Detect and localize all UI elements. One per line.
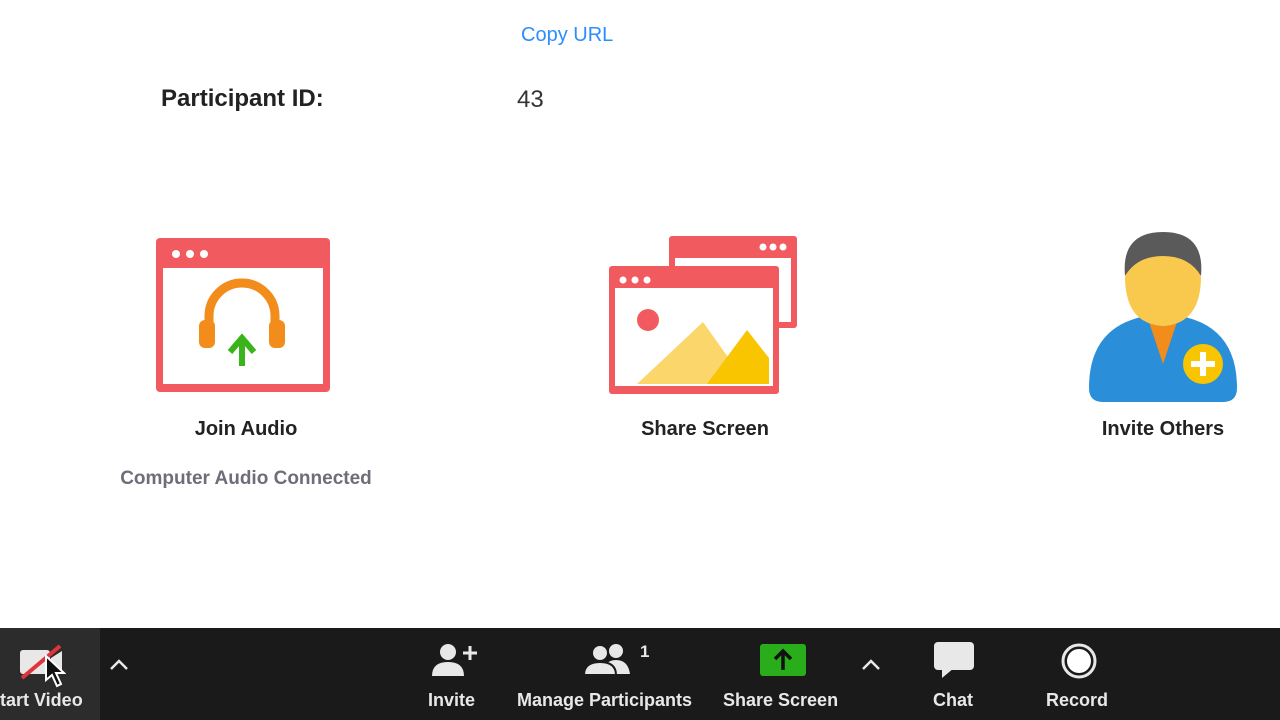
participants-icon [582, 642, 632, 681]
record-label: Record [1046, 690, 1109, 710]
copy-url-link[interactable]: Copy URL [521, 24, 613, 47]
chat-button[interactable]: Chat [926, 628, 984, 720]
record-icon [1060, 642, 1098, 685]
record-button[interactable]: Record [1040, 628, 1120, 720]
share-screen-label: Share Screen [723, 690, 839, 710]
participant-count-badge: 1 [640, 642, 650, 661]
participant-id-label: Participant ID: [161, 85, 324, 112]
invite-label: Invite [428, 690, 476, 710]
meeting-toolbar: tart Video Invite 1 Manage Participants … [0, 628, 1280, 720]
share-screen-button[interactable]: Share Screen [720, 628, 842, 720]
chevron-up-icon [110, 659, 128, 670]
chevron-up-icon [862, 659, 880, 670]
manage-participants-button[interactable]: 1 Manage Participants [512, 628, 708, 720]
add-person-icon [1085, 228, 1241, 411]
invite-button[interactable]: Invite [420, 628, 490, 720]
join-audio-label: Join Audio [194, 418, 298, 440]
invite-others-label: Invite Others [1101, 418, 1225, 440]
join-audio-button[interactable]: Join Audio [116, 232, 376, 452]
chat-label: Chat [933, 690, 973, 710]
share-screen-windows-icon [607, 234, 799, 403]
share-screen-action-label: Share Screen [641, 418, 769, 440]
share-screen-arrow-icon [760, 644, 806, 681]
invite-others-button[interactable]: Invite Others [1033, 226, 1280, 452]
chat-bubble-icon [934, 642, 974, 685]
start-video-label: tart Video [0, 690, 83, 710]
headphones-icon [154, 236, 332, 399]
video-options-caret[interactable] [104, 650, 134, 680]
mouse-cursor-icon [44, 653, 67, 693]
share-screen-action-button[interactable]: Share Screen [575, 232, 835, 452]
participant-id-value: 43 [517, 86, 544, 113]
add-user-icon [430, 642, 478, 683]
manage-participants-label: Manage Participants [517, 690, 693, 710]
start-video-button[interactable]: tart Video [0, 628, 100, 720]
meeting-window: Copy URL Participant ID: 43 Join Audio C… [0, 0, 1280, 720]
audio-status-text: Computer Audio Connected [120, 468, 372, 489]
share-options-caret[interactable] [856, 650, 886, 680]
